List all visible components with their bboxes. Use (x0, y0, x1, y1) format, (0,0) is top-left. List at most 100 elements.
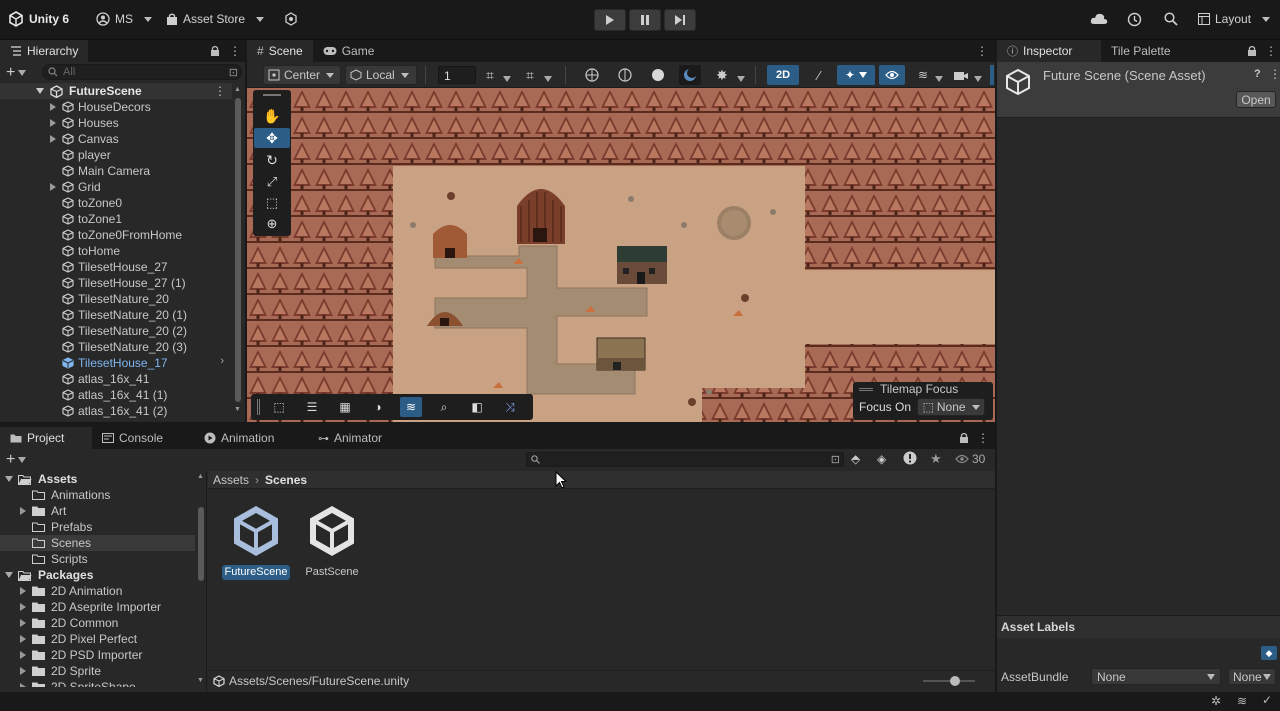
project-folder-item[interactable]: Packages (0, 567, 195, 583)
tab-inspector[interactable]: ⓘ Inspector (997, 40, 1101, 62)
hierarchy-item[interactable]: toZone0FromHome (0, 227, 232, 243)
hierarchy-item[interactable]: toZone0 (0, 195, 232, 211)
expand-arrow-icon[interactable] (5, 572, 13, 578)
effects-icon[interactable]: ✸ (711, 65, 733, 85)
grid-size-input[interactable]: 1 (438, 66, 476, 84)
focus-on-dropdown[interactable]: ⬚ None (917, 398, 986, 416)
breadcrumb-assets[interactable]: Assets (213, 473, 249, 487)
scrollbar-thumb[interactable] (198, 507, 204, 581)
shaded-icon[interactable] (647, 65, 669, 85)
expand-arrow-icon[interactable] (20, 507, 26, 515)
kebab-menu-icon[interactable]: ⋮ (229, 44, 241, 58)
hierarchy-item[interactable]: TilesetNature_20 (0, 291, 232, 307)
project-folder-item[interactable]: 2D Pixel Perfect (0, 631, 195, 647)
tab-project[interactable]: Project (0, 427, 92, 449)
project-folder-item[interactable]: Assets (0, 471, 195, 487)
tab-animator[interactable]: ⊶ Animator (308, 427, 392, 449)
chevron-down-icon[interactable] (544, 71, 552, 85)
expand-arrow-icon[interactable] (20, 651, 26, 659)
hierarchy-item[interactable]: HouseDecors (0, 99, 232, 115)
project-folder-item[interactable]: 2D Animation (0, 583, 195, 599)
project-folder-item[interactable]: 2D Aseprite Importer (0, 599, 195, 615)
tab-hierarchy[interactable]: Hierarchy (0, 40, 89, 62)
expand-arrow-icon[interactable] (20, 619, 26, 627)
project-folder-item[interactable]: 2D Sprite (0, 663, 195, 679)
rect-tool-button[interactable]: ⬚ (254, 193, 290, 213)
asset-labels-header[interactable]: Asset Labels (997, 616, 1280, 638)
picker-icon[interactable]: ◧ (466, 397, 488, 417)
hierarchy-item[interactable]: Houses (0, 115, 232, 131)
fill-icon[interactable]: ≋ (400, 397, 422, 417)
expand-arrow-icon[interactable] (50, 119, 56, 127)
hierarchy-item[interactable]: player (0, 147, 232, 163)
hand-tool-button[interactable]: ✋ (254, 106, 290, 126)
chevron-down-icon[interactable] (503, 71, 511, 85)
settings-menu-icon[interactable]: ⋮ (1269, 67, 1280, 81)
kebab-menu-icon[interactable]: ⋮ (214, 84, 226, 98)
gizmo-toggle[interactable]: ✦ (837, 65, 875, 85)
scene-viewport[interactable]: ✋ ✥ ↻ ⤢ ⬚ ⊕ ⬚ ☰ ▦ ◑ ≋ ⌕ ◧ ⤨ Tilemap Focu… (247, 88, 995, 422)
search-filter-icon[interactable]: ⊡ (831, 453, 840, 466)
account-dropdown[interactable]: MS (96, 12, 152, 26)
chevron-down-icon[interactable] (737, 71, 745, 85)
icon-size-slider[interactable] (923, 676, 975, 686)
toggle-2d-button[interactable]: 2D (767, 65, 799, 85)
lock-icon[interactable] (1247, 45, 1257, 59)
hierarchy-item[interactable]: TilesetHouse_27 (1) (0, 275, 232, 291)
hierarchy-item[interactable]: TilesetNature_20 (3) (0, 339, 232, 355)
zoom-icon[interactable]: ⌕ (433, 397, 455, 417)
asset-bundle-dropdown[interactable]: None (1091, 668, 1221, 685)
favorite-star-icon[interactable]: ★ (930, 451, 942, 467)
hierarchy-item[interactable]: TilesetHouse_17 › (0, 355, 232, 371)
move-tile-icon[interactable]: ☰ (301, 397, 323, 417)
help-icon[interactable]: ? (1254, 68, 1261, 80)
hierarchy-scrollbar[interactable]: ▲ ▼ (233, 84, 243, 418)
project-folder-item[interactable]: 2D PSD Importer (0, 647, 195, 663)
project-folder-item[interactable]: Scenes (0, 535, 195, 551)
tree-scrollbar[interactable]: ▲ ▼ (196, 473, 206, 687)
project-folder-item[interactable]: 2D SpriteShape (0, 679, 195, 687)
pause-button[interactable] (629, 9, 661, 31)
hierarchy-item[interactable]: TilesetNature_20 (1) (0, 307, 232, 323)
chevron-down-icon[interactable] (974, 71, 982, 85)
project-search-input[interactable]: ⊡ (526, 452, 844, 467)
hidden-packages-toggle[interactable]: 30 (955, 452, 985, 466)
rotate-tool-button[interactable]: ↻ (254, 150, 290, 170)
select-tool-icon[interactable]: ⬚ (268, 397, 290, 417)
kebab-menu-icon[interactable]: ⋮ (1265, 44, 1277, 58)
project-folder-item[interactable]: Art (0, 503, 195, 519)
tab-animation[interactable]: Animation (194, 427, 308, 449)
layers-icon[interactable]: ≋ (912, 65, 934, 85)
tab-console[interactable]: Console (92, 427, 194, 449)
tab-tile-palette[interactable]: Tile Palette (1101, 40, 1181, 62)
kebab-menu-icon[interactable]: ⋮ (976, 44, 988, 58)
expand-arrow-icon[interactable] (50, 135, 56, 143)
breadcrumb-scenes[interactable]: Scenes (265, 473, 307, 487)
project-folder-item[interactable]: Scripts (0, 551, 195, 567)
label-tag-icon[interactable]: ◆ (1261, 646, 1277, 660)
search-icon[interactable] (1164, 12, 1178, 29)
pivot-dropdown[interactable]: Center (263, 65, 341, 85)
kebab-menu-icon[interactable]: ⋮ (977, 431, 989, 445)
expand-arrow-icon[interactable] (20, 587, 26, 595)
debug-icon[interactable]: ✲ (1211, 694, 1221, 708)
asset-variant-dropdown[interactable]: None (1228, 668, 1276, 685)
asset-item-futurescene[interactable]: FutureScene (222, 499, 290, 583)
scrollbar-thumb[interactable] (235, 98, 241, 402)
step-button[interactable] (664, 9, 696, 31)
tab-scene[interactable]: # Scene (247, 40, 313, 62)
lighting-icon[interactable] (679, 65, 701, 85)
cloud-icon[interactable] (1090, 12, 1108, 29)
alert-icon[interactable] (903, 451, 917, 468)
hierarchy-item[interactable]: Canvas (0, 131, 232, 147)
hierarchy-item[interactable]: Grid (0, 179, 232, 195)
hierarchy-item[interactable]: atlas_16x_41 (1) (0, 387, 232, 403)
layers-icon[interactable]: ≋ (1237, 694, 1247, 708)
audio-mute-icon[interactable]: ⁄ (808, 65, 830, 85)
increment-snap-icon[interactable]: ⌗ (519, 65, 541, 85)
move-tool-button[interactable]: ✥ (254, 128, 290, 148)
unity-menu[interactable]: Unity 6 (8, 11, 69, 27)
hierarchy-item[interactable]: toZone1 (0, 211, 232, 227)
expand-arrow-icon[interactable] (20, 683, 26, 687)
project-folder-item[interactable]: 2D Common (0, 615, 195, 631)
